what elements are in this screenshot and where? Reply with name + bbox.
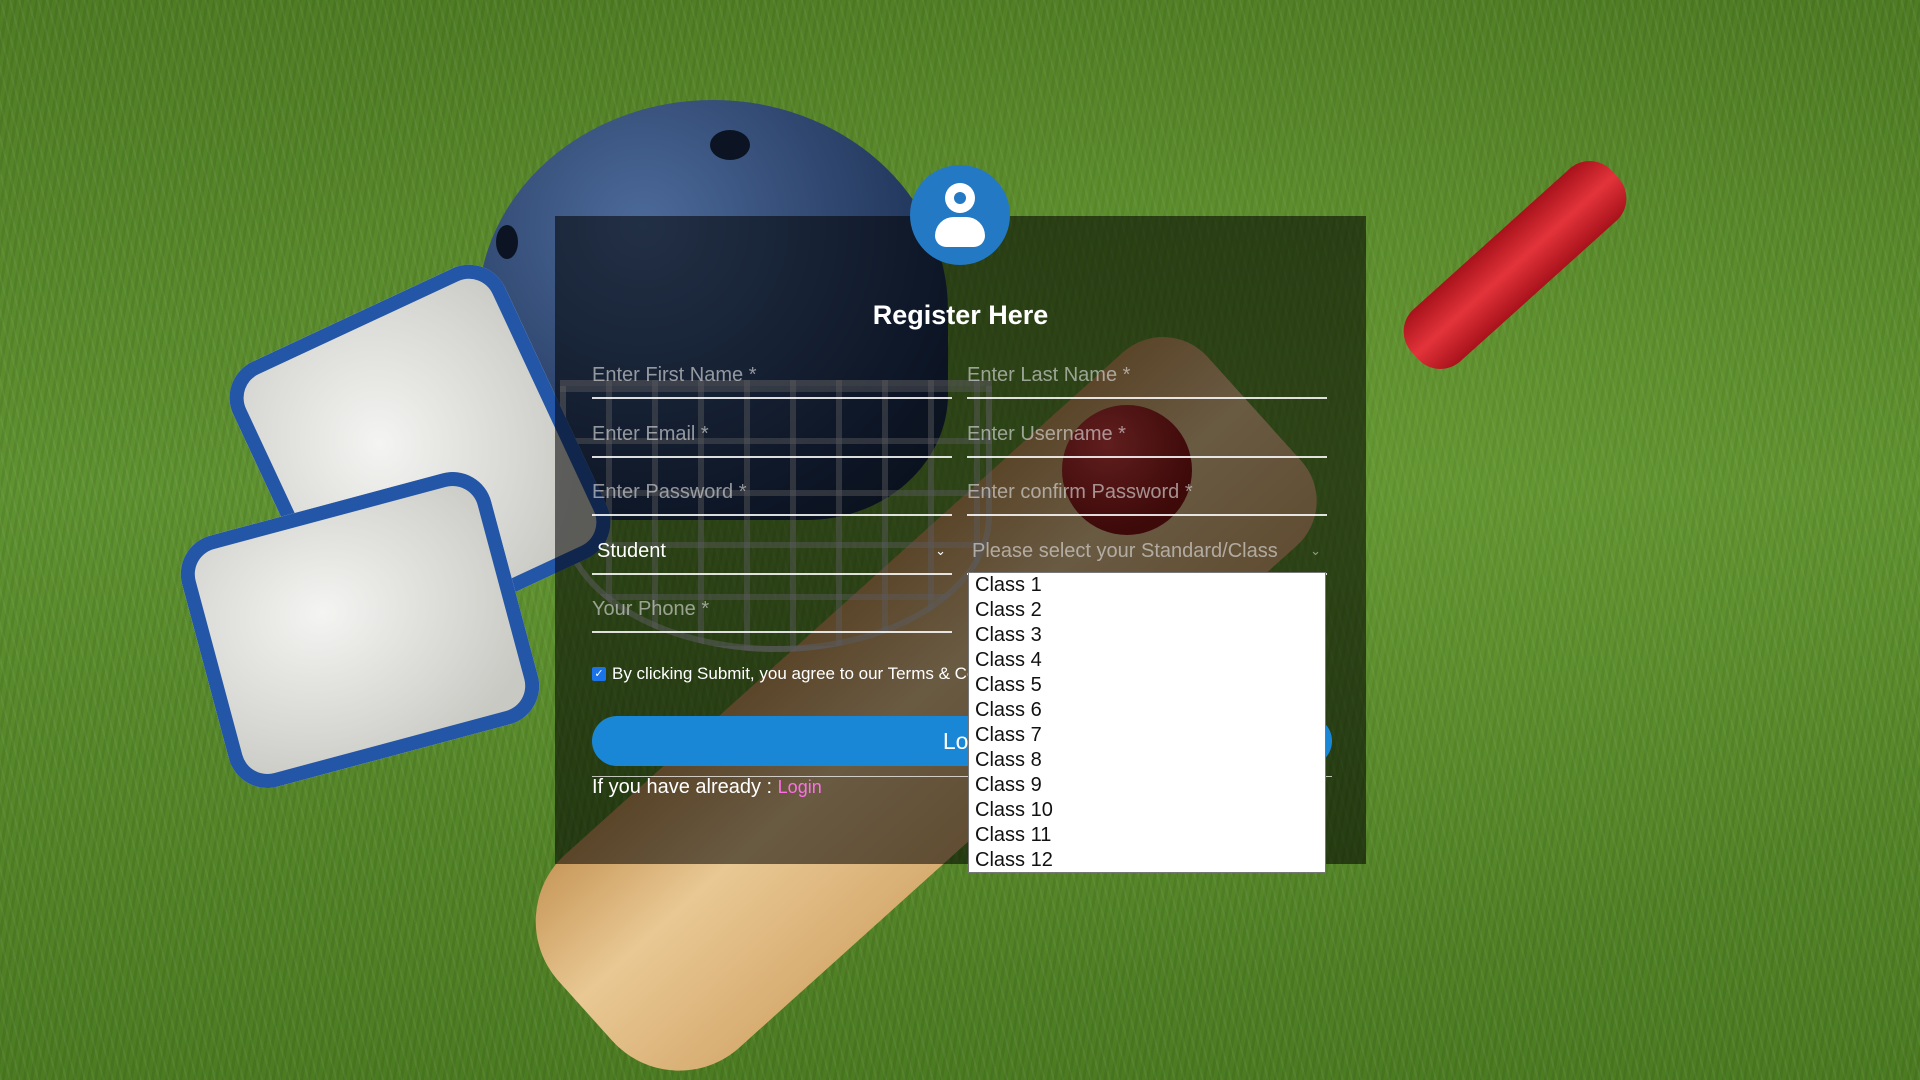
class-option[interactable]: Class 7: [969, 723, 1325, 748]
chevron-down-icon: ⌄: [935, 543, 946, 558]
class-option[interactable]: Class 3: [969, 623, 1325, 648]
username-field[interactable]: Enter Username *: [967, 410, 1327, 458]
role-select[interactable]: Student ⌄: [592, 527, 952, 575]
class-select[interactable]: Please select your Standard/Class ⌄: [967, 527, 1327, 575]
first-name-placeholder: Enter First Name *: [592, 364, 757, 386]
email-field[interactable]: Enter Email *: [592, 410, 952, 458]
last-name-placeholder: Enter Last Name *: [967, 364, 1131, 386]
cricket-bat-handle: [1391, 148, 1639, 382]
first-name-field[interactable]: Enter First Name *: [592, 351, 952, 399]
chevron-down-icon: ⌄: [1310, 543, 1321, 558]
username-placeholder: Enter Username *: [967, 423, 1126, 445]
class-option[interactable]: Class 6: [969, 698, 1325, 723]
already-text: If you have already :: [592, 776, 778, 798]
email-placeholder: Enter Email *: [592, 423, 709, 445]
class-select-placeholder: Please select your Standard/Class: [972, 540, 1278, 562]
last-name-field[interactable]: Enter Last Name *: [967, 351, 1327, 399]
confirm-password-placeholder: Enter confirm Password *: [967, 481, 1193, 503]
class-option[interactable]: Class 2: [969, 598, 1325, 623]
class-option[interactable]: Class 9: [969, 773, 1325, 798]
already-registered-row: If you have already : Login: [592, 776, 822, 799]
role-select-value: Student: [597, 540, 666, 562]
terms-checkbox[interactable]: ✓: [592, 667, 606, 681]
class-dropdown-list: Class 1 Class 2 Class 3 Class 4 Class 5 …: [968, 572, 1326, 873]
glove-right: [171, 463, 549, 797]
user-icon: [910, 165, 1010, 265]
form-title: Register Here: [872, 300, 1049, 330]
confirm-password-field[interactable]: Enter confirm Password *: [967, 468, 1327, 516]
login-link[interactable]: Login: [778, 777, 822, 797]
class-option[interactable]: Class 8: [969, 748, 1325, 773]
phone-field[interactable]: Your Phone *: [592, 585, 952, 633]
phone-placeholder: Your Phone *: [592, 598, 710, 620]
class-option[interactable]: Class 4: [969, 648, 1325, 673]
terms-text: By clicking Submit, you agree to our Ter…: [612, 664, 977, 683]
terms-row: ✓ By clicking Submit, you agree to our T…: [592, 664, 976, 684]
class-option[interactable]: Class 1: [969, 573, 1325, 598]
class-option[interactable]: Class 10: [969, 798, 1325, 823]
class-option[interactable]: Class 12: [969, 848, 1325, 873]
password-field[interactable]: Enter Password *: [592, 468, 952, 516]
class-option[interactable]: Class 11: [969, 823, 1325, 848]
class-option[interactable]: Class 5: [969, 673, 1325, 698]
password-placeholder: Enter Password *: [592, 481, 747, 503]
